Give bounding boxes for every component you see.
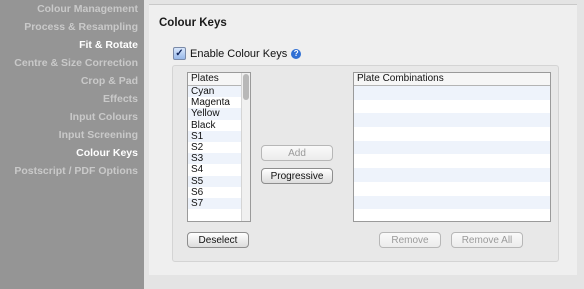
help-icon[interactable]: ? <box>291 48 302 59</box>
panel-title: Colour Keys <box>159 17 227 29</box>
plates-scroll-thumb[interactable] <box>243 74 249 100</box>
list-item[interactable] <box>354 168 550 182</box>
add-button[interactable]: Add <box>261 145 333 161</box>
list-item[interactable] <box>354 182 550 196</box>
sidebar-item-fit-rotate[interactable]: Fit & Rotate <box>0 36 144 54</box>
remove-all-button[interactable]: Remove All <box>451 232 523 248</box>
content-area: Colour Keys ✓ Enable Colour Keys ? Plate… <box>144 0 584 289</box>
list-item[interactable] <box>354 195 550 210</box>
plates-scrollbar[interactable] <box>241 73 250 221</box>
sidebar-item-crop-pad[interactable]: Crop & Pad <box>0 72 144 90</box>
sidebar-item-colour-management[interactable]: Colour Management <box>0 0 144 18</box>
enable-colour-keys-label[interactable]: Enable Colour Keys <box>190 48 287 60</box>
sidebar-item-centre-size-correction[interactable]: Centre & Size Correction <box>0 54 144 72</box>
plate-combinations-header: Plate Combinations <box>354 73 550 86</box>
enable-colour-keys-checkbox[interactable]: ✓ <box>173 47 186 60</box>
sidebar-item-colour-keys[interactable]: Colour Keys <box>0 144 144 162</box>
progressive-button[interactable]: Progressive <box>261 168 333 184</box>
list-item[interactable] <box>354 100 550 114</box>
list-item[interactable] <box>354 140 550 155</box>
plates-list[interactable]: Plates Cyan Magenta Yellow Black S1 S2 S… <box>187 72 251 222</box>
sidebar: Colour Management Process & Resampling F… <box>0 0 144 289</box>
sidebar-item-postscript-pdf-options[interactable]: Postscript / PDF Options <box>0 162 144 180</box>
remove-button[interactable]: Remove <box>379 232 441 248</box>
enable-colour-keys-row: ✓ Enable Colour Keys ? <box>173 47 302 60</box>
list-item[interactable] <box>354 113 550 128</box>
settings-panel: Colour Keys ✓ Enable Colour Keys ? Plate… <box>149 4 577 275</box>
sidebar-item-effects[interactable]: Effects <box>0 90 144 108</box>
colour-keys-group: Plates Cyan Magenta Yellow Black S1 S2 S… <box>172 65 559 262</box>
plate-combinations-list[interactable]: Plate Combinations <box>353 72 551 222</box>
deselect-button[interactable]: Deselect <box>187 232 249 248</box>
list-item[interactable] <box>354 154 550 168</box>
sidebar-item-input-screening[interactable]: Input Screening <box>0 126 144 144</box>
list-item[interactable] <box>354 209 550 221</box>
list-item[interactable] <box>354 86 550 100</box>
sidebar-item-process-resampling[interactable]: Process & Resampling <box>0 18 144 36</box>
sidebar-item-input-colours[interactable]: Input Colours <box>0 108 144 126</box>
list-item[interactable] <box>354 127 550 141</box>
